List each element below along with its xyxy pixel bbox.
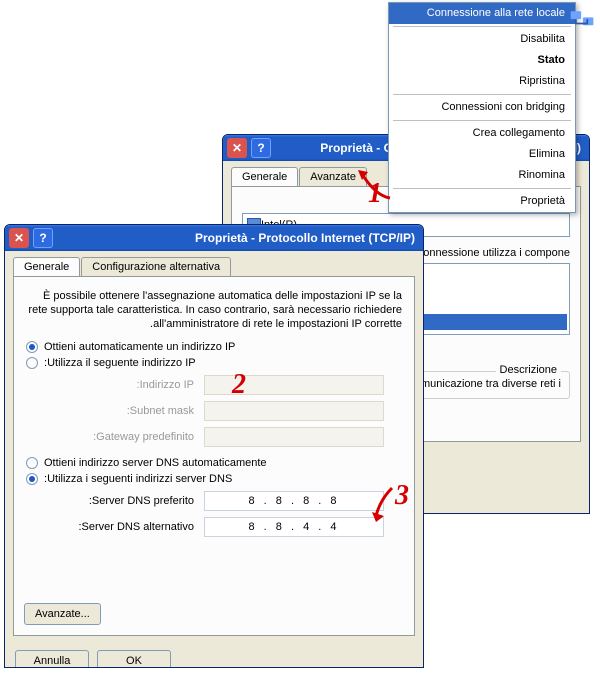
ctx-item-delete[interactable]: Elimina bbox=[389, 144, 575, 165]
tcpip-properties-window: ✕ ? Proprietà - Protocollo Internet (TCP… bbox=[4, 224, 424, 668]
tcpip-title: Proprietà - Protocollo Internet (TCP/IP) bbox=[57, 231, 419, 245]
gateway-input bbox=[204, 427, 384, 447]
ctx-item-properties[interactable]: Proprietà bbox=[389, 191, 575, 212]
tab-general[interactable]: Generale bbox=[231, 167, 298, 186]
ctx-item-repair[interactable]: Ripristina bbox=[389, 71, 575, 92]
tab-general[interactable]: Generale bbox=[13, 257, 80, 276]
radio-auto-dns[interactable] bbox=[26, 457, 38, 469]
help-icon[interactable]: ? bbox=[251, 138, 271, 158]
network-icon bbox=[568, 6, 596, 34]
help-icon[interactable]: ? bbox=[33, 228, 53, 248]
radio-manual-dns-label: Utilizza i seguenti indirizzi server DNS… bbox=[44, 473, 232, 485]
tab-alt[interactable]: Configurazione alternativa bbox=[81, 257, 231, 276]
dns1-input[interactable]: 8 . 8 . 8 . 8 bbox=[204, 491, 384, 511]
ctx-item-status[interactable]: Stato bbox=[389, 50, 575, 71]
ctx-item-rename[interactable]: Rinomina bbox=[389, 165, 575, 186]
dns2-label: Server DNS alternativo: bbox=[44, 521, 194, 533]
tcpip-description: È possibile ottenere l'assegnazione auto… bbox=[26, 289, 402, 331]
mask-input bbox=[204, 401, 384, 421]
radio-auto-ip-label: Ottieni automaticamente un indirizzo IP bbox=[44, 341, 235, 353]
dns2-input[interactable]: 4 . 4 . 8 . 8 bbox=[204, 517, 384, 537]
radio-manual-ip-label: Utilizza il seguente indirizzo IP: bbox=[44, 357, 196, 369]
close-icon[interactable]: ✕ bbox=[227, 138, 247, 158]
ip-label: Indirizzo IP: bbox=[44, 379, 194, 391]
arrow-1-icon bbox=[356, 168, 396, 202]
gateway-label: Gateway predefinito: bbox=[44, 431, 194, 443]
radio-manual-dns[interactable] bbox=[26, 473, 38, 485]
ip-input bbox=[204, 375, 384, 395]
description-legend: Descrizione bbox=[496, 364, 561, 376]
arrow-3-icon bbox=[370, 486, 398, 522]
ctx-item-title[interactable]: Connessione alla rete locale bbox=[389, 3, 575, 24]
radio-auto-dns-label: Ottieni indirizzo server DNS automaticam… bbox=[44, 457, 267, 469]
radio-auto-ip[interactable] bbox=[26, 341, 38, 353]
advanced-button[interactable]: Avanzate... bbox=[24, 603, 101, 625]
ctx-item-bridge[interactable]: Connessioni con bridging bbox=[389, 97, 575, 118]
dns1-label: Server DNS preferito: bbox=[44, 495, 194, 507]
radio-manual-ip[interactable] bbox=[26, 357, 38, 369]
cancel-button[interactable]: Annulla bbox=[15, 650, 89, 668]
ok-button[interactable]: OK bbox=[97, 650, 171, 668]
ctx-item-disable[interactable]: Disabilita bbox=[389, 29, 575, 50]
tcpip-titlebar: ✕ ? Proprietà - Protocollo Internet (TCP… bbox=[5, 225, 423, 251]
close-icon[interactable]: ✕ bbox=[9, 228, 29, 248]
annotation-2: 2 bbox=[232, 369, 246, 401]
tcpip-pane: È possibile ottenere l'assegnazione auto… bbox=[13, 276, 415, 636]
mask-label: Subnet mask: bbox=[44, 405, 194, 417]
context-menu: Connessione alla rete locale Disabilita … bbox=[388, 2, 576, 213]
ctx-item-shortcut[interactable]: Crea collegamento bbox=[389, 123, 575, 144]
